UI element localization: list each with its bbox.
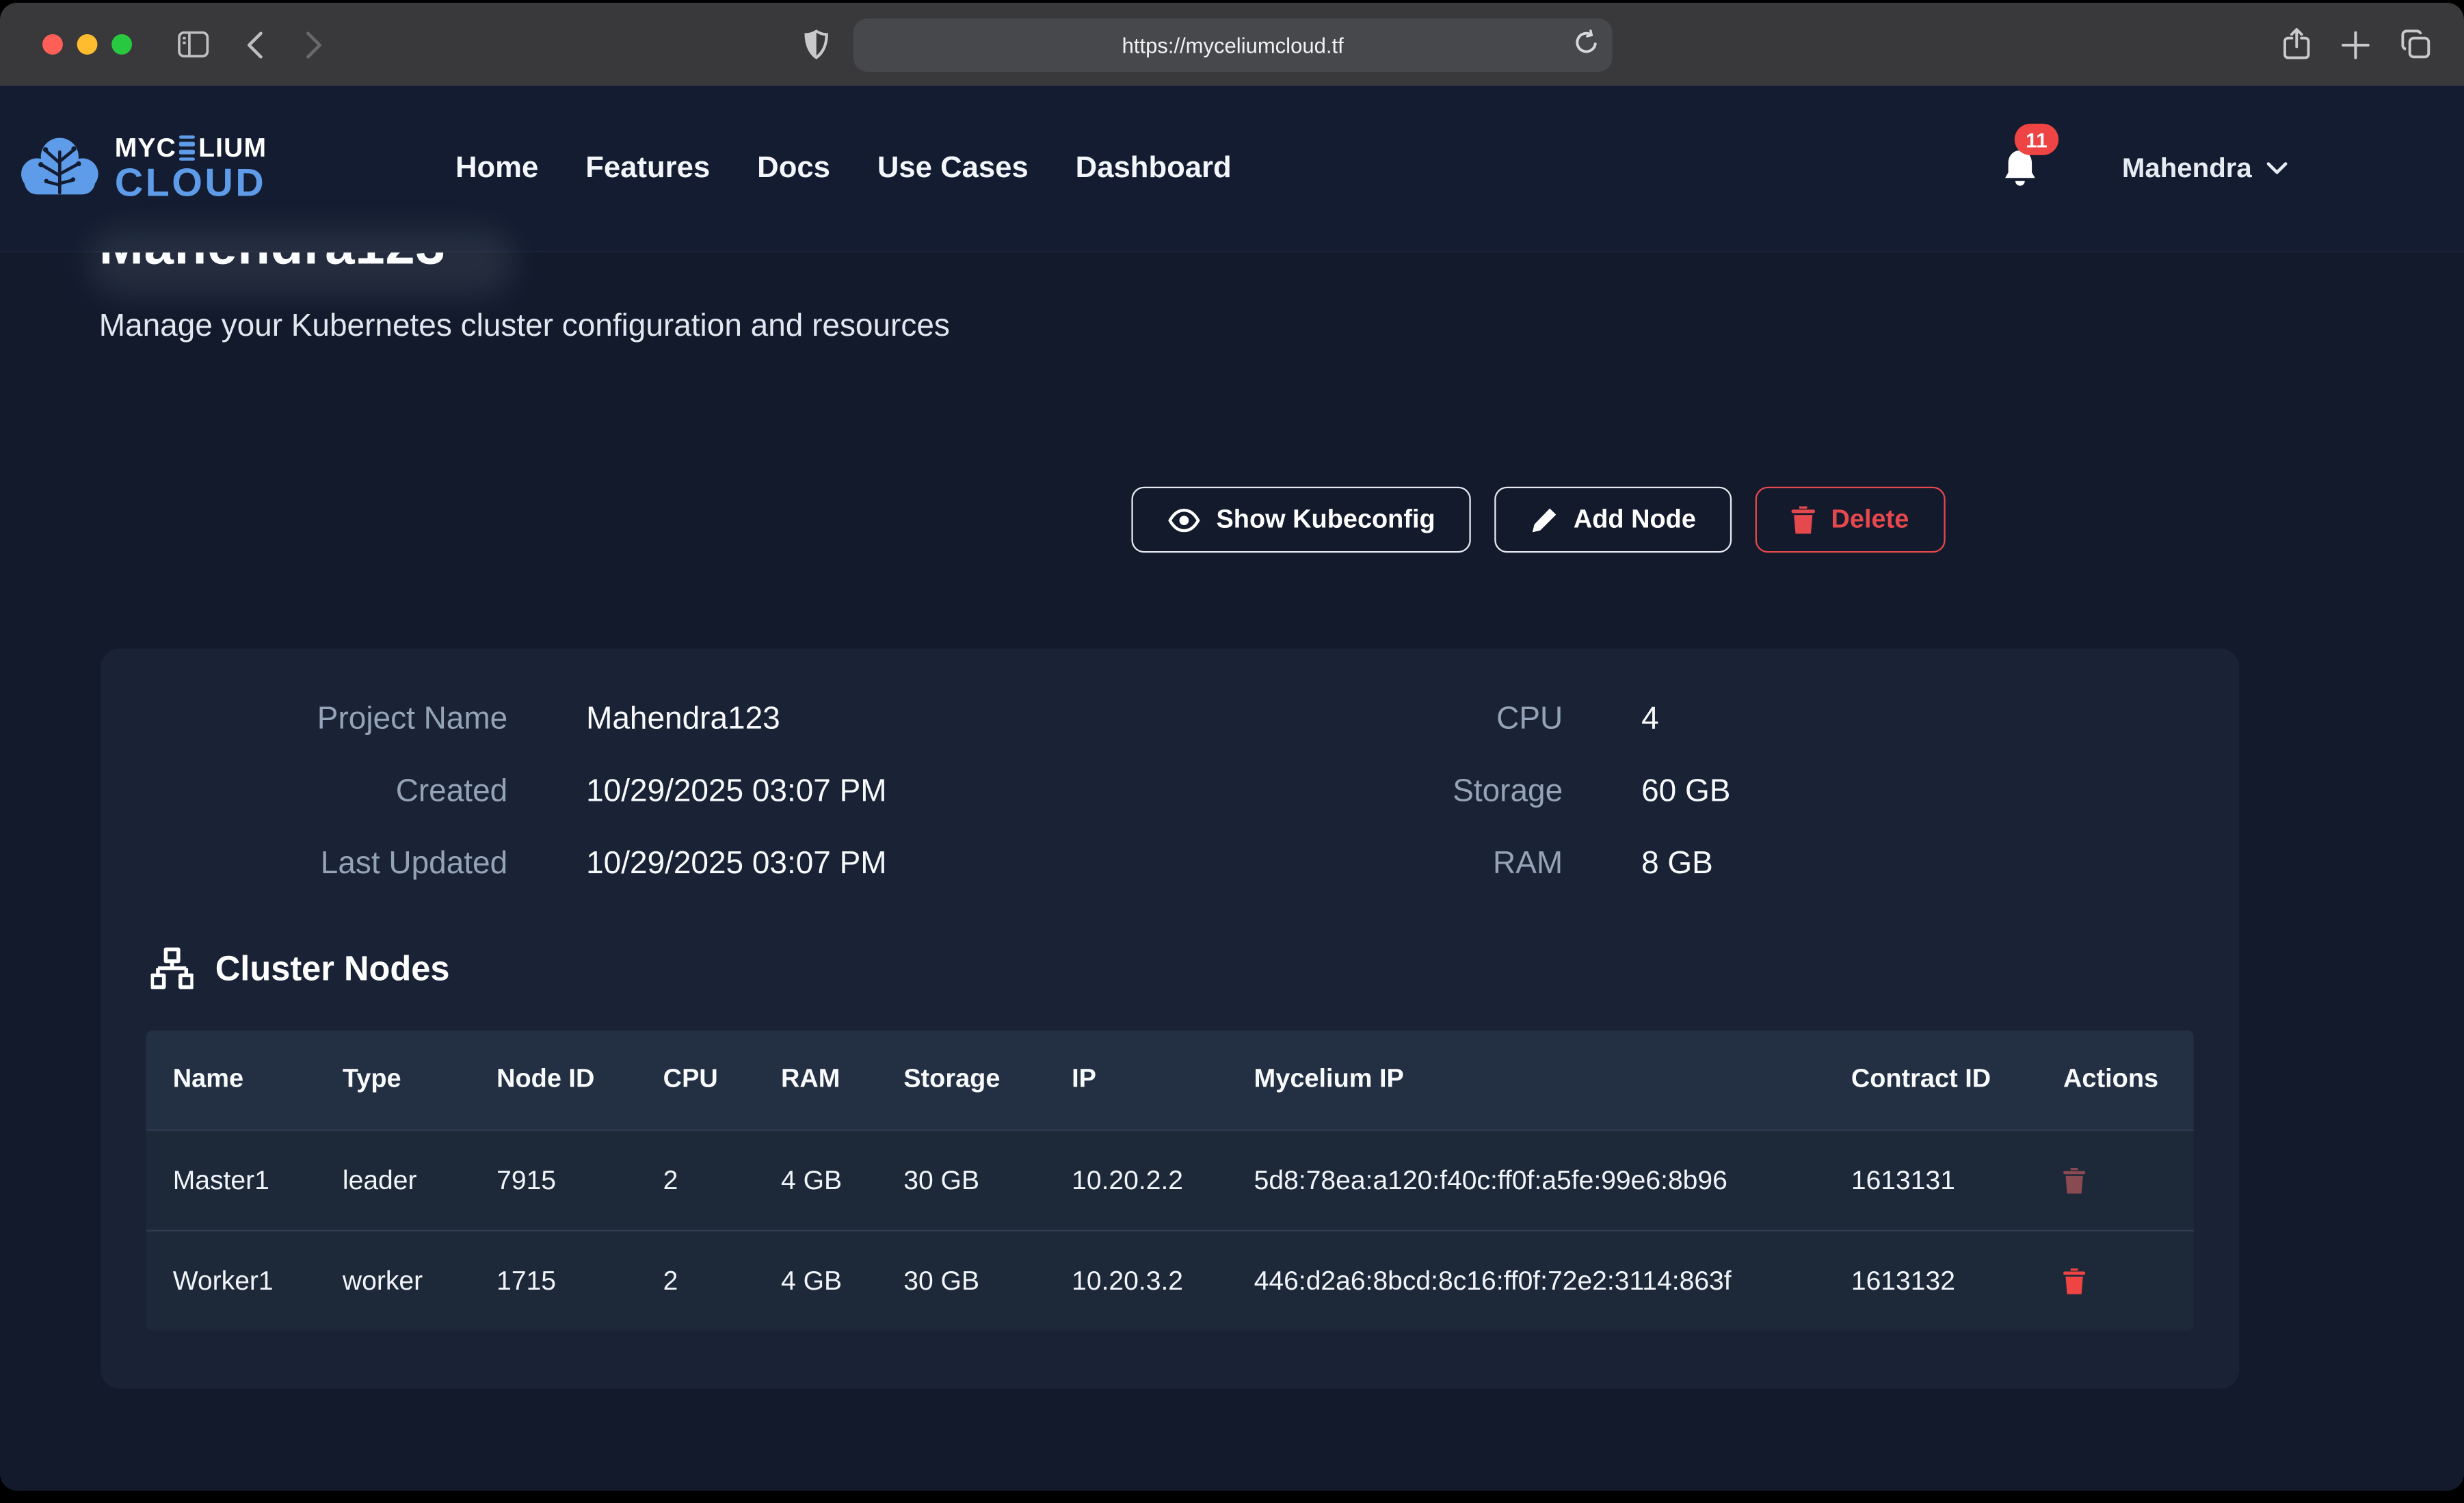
fullscreen-window-button[interactable] (111, 34, 132, 55)
col-ram: RAM (754, 1030, 877, 1130)
window-controls (42, 34, 132, 55)
sitemap-icon (151, 947, 194, 989)
node-name: Worker1 (146, 1232, 316, 1331)
forward-icon[interactable] (305, 30, 322, 58)
browser-chrome: https://myceliumcloud.tf (0, 3, 2464, 86)
table-row: Master1 leader 7915 2 4 GB 30 GB 10.20.2… (146, 1130, 2194, 1230)
table-header-row: Name Type Node ID CPU RAM Storage IP Myc… (146, 1030, 2194, 1130)
nav-link-features[interactable]: Features (585, 151, 710, 186)
info-row-storage: Storage 60 GB (1202, 774, 2194, 810)
notification-count-badge: 11 (2014, 124, 2059, 155)
add-node-button[interactable]: Add Node (1495, 487, 1732, 553)
show-kubeconfig-button[interactable]: Show Kubeconfig (1131, 487, 1471, 553)
cluster-details-card: Project Name Mahendra123 Created 10/29/2… (101, 648, 2239, 1388)
col-mycelium-ip: Mycelium IP (1228, 1030, 1825, 1130)
table-row: Worker1 worker 1715 2 4 GB 30 GB 10.20.3… (146, 1230, 2194, 1331)
sidebar-toggle-icon[interactable] (178, 31, 209, 57)
node-ip: 10.20.3.2 (1045, 1232, 1228, 1331)
minimize-window-button[interactable] (77, 34, 98, 55)
close-window-button[interactable] (42, 34, 63, 55)
node-type: leader (316, 1131, 470, 1230)
node-ram: 4 GB (754, 1131, 877, 1230)
site-navbar: MYCLIUM CLOUD Home Features Docs Use Cas… (0, 86, 2464, 253)
notifications-button[interactable]: 11 (2001, 147, 2040, 189)
cluster-nodes-table: Name Type Node ID CPU RAM Storage IP Myc… (146, 1030, 2194, 1331)
section-title: Cluster Nodes (215, 948, 450, 989)
node-contract-id: 1613132 (1825, 1232, 2037, 1331)
nav-links: Home Features Docs Use Cases Dashboard (455, 151, 1232, 186)
brand-name-bottom: CLOUD (115, 164, 267, 203)
node-cpu: 2 (637, 1232, 754, 1331)
nav-link-dashboard[interactable]: Dashboard (1076, 151, 1232, 186)
node-storage: 30 GB (877, 1131, 1045, 1230)
info-row-ram: RAM 8 GB (1202, 847, 2194, 883)
delete-node-button[interactable] (2063, 1167, 2085, 1194)
chevron-down-icon (2266, 161, 2288, 176)
delete-cluster-button[interactable]: Delete (1756, 487, 1945, 553)
user-name: Mahendra (2122, 152, 2252, 185)
browser-window: https://myceliumcloud.tf (0, 3, 2464, 1491)
cluster-actions: Show Kubeconfig Add Node (1131, 487, 1945, 553)
info-row-project-name: Project Name Mahendra123 (146, 702, 1139, 739)
col-type: Type (316, 1030, 470, 1130)
url-text: https://myceliumcloud.tf (1122, 34, 1344, 57)
node-type: worker (316, 1232, 470, 1331)
trash-icon (1792, 505, 1815, 533)
delete-node-button[interactable] (2063, 1268, 2085, 1294)
info-row-cpu: CPU 4 (1202, 702, 2194, 739)
node-ip: 10.20.2.2 (1045, 1131, 1228, 1230)
node-mycelium-ip: 446:d2a6:8bcd:8c16:ff0f:72e2:3114:863f (1228, 1232, 1825, 1331)
col-cpu: CPU (637, 1030, 754, 1130)
trash-icon (2063, 1268, 2085, 1294)
pencil-icon (1531, 506, 1558, 533)
address-bar[interactable]: https://myceliumcloud.tf (853, 18, 1613, 72)
cluster-page: Mahendra123 Manage your Kubernetes clust… (0, 252, 2464, 1491)
nav-link-use-cases[interactable]: Use Cases (877, 151, 1029, 186)
nav-link-docs[interactable]: Docs (757, 151, 830, 186)
col-name: Name (146, 1030, 316, 1130)
brand-logo[interactable]: MYCLIUM CLOUD (19, 133, 267, 204)
col-node-id: Node ID (470, 1030, 637, 1130)
page-subtitle: Manage your Kubernetes cluster configura… (99, 309, 950, 345)
node-contract-id: 1613131 (1825, 1131, 2037, 1230)
info-row-last-updated: Last Updated 10/29/2025 03:07 PM (146, 847, 1139, 883)
cluster-info: Project Name Mahendra123 Created 10/29/2… (146, 702, 2194, 883)
tab-overview-icon[interactable] (2401, 28, 2431, 61)
new-tab-icon[interactable] (2342, 28, 2370, 61)
stylized-e-icon (180, 135, 196, 161)
cluster-nodes-header: Cluster Nodes (146, 947, 2194, 989)
brand-name-top: MYCLIUM (115, 134, 267, 161)
eye-icon (1167, 508, 1200, 531)
col-contract-id: Contract ID (1825, 1030, 2037, 1130)
mycelium-cloud-logo-icon (19, 133, 101, 204)
reload-icon[interactable] (1574, 29, 1598, 56)
info-row-created: Created 10/29/2025 03:07 PM (146, 774, 1139, 810)
trash-icon (2063, 1167, 2085, 1194)
col-ip: IP (1045, 1030, 1228, 1130)
node-mycelium-ip: 5d8:78ea:a120:f40c:ff0f:a5fe:99e6:8b96 (1228, 1131, 1825, 1230)
node-ram: 4 GB (754, 1232, 877, 1331)
nav-link-home[interactable]: Home (455, 151, 538, 186)
node-cpu: 2 (637, 1131, 754, 1230)
node-storage: 30 GB (877, 1232, 1045, 1331)
share-icon[interactable] (2283, 28, 2310, 61)
node-id: 1715 (470, 1232, 637, 1331)
back-icon[interactable] (247, 30, 264, 58)
col-actions: Actions (2037, 1030, 2194, 1130)
node-id: 7915 (470, 1131, 637, 1230)
col-storage: Storage (877, 1030, 1045, 1130)
node-name: Master1 (146, 1131, 316, 1230)
user-menu[interactable]: Mahendra (2122, 152, 2288, 185)
privacy-shield-icon[interactable] (804, 29, 827, 59)
